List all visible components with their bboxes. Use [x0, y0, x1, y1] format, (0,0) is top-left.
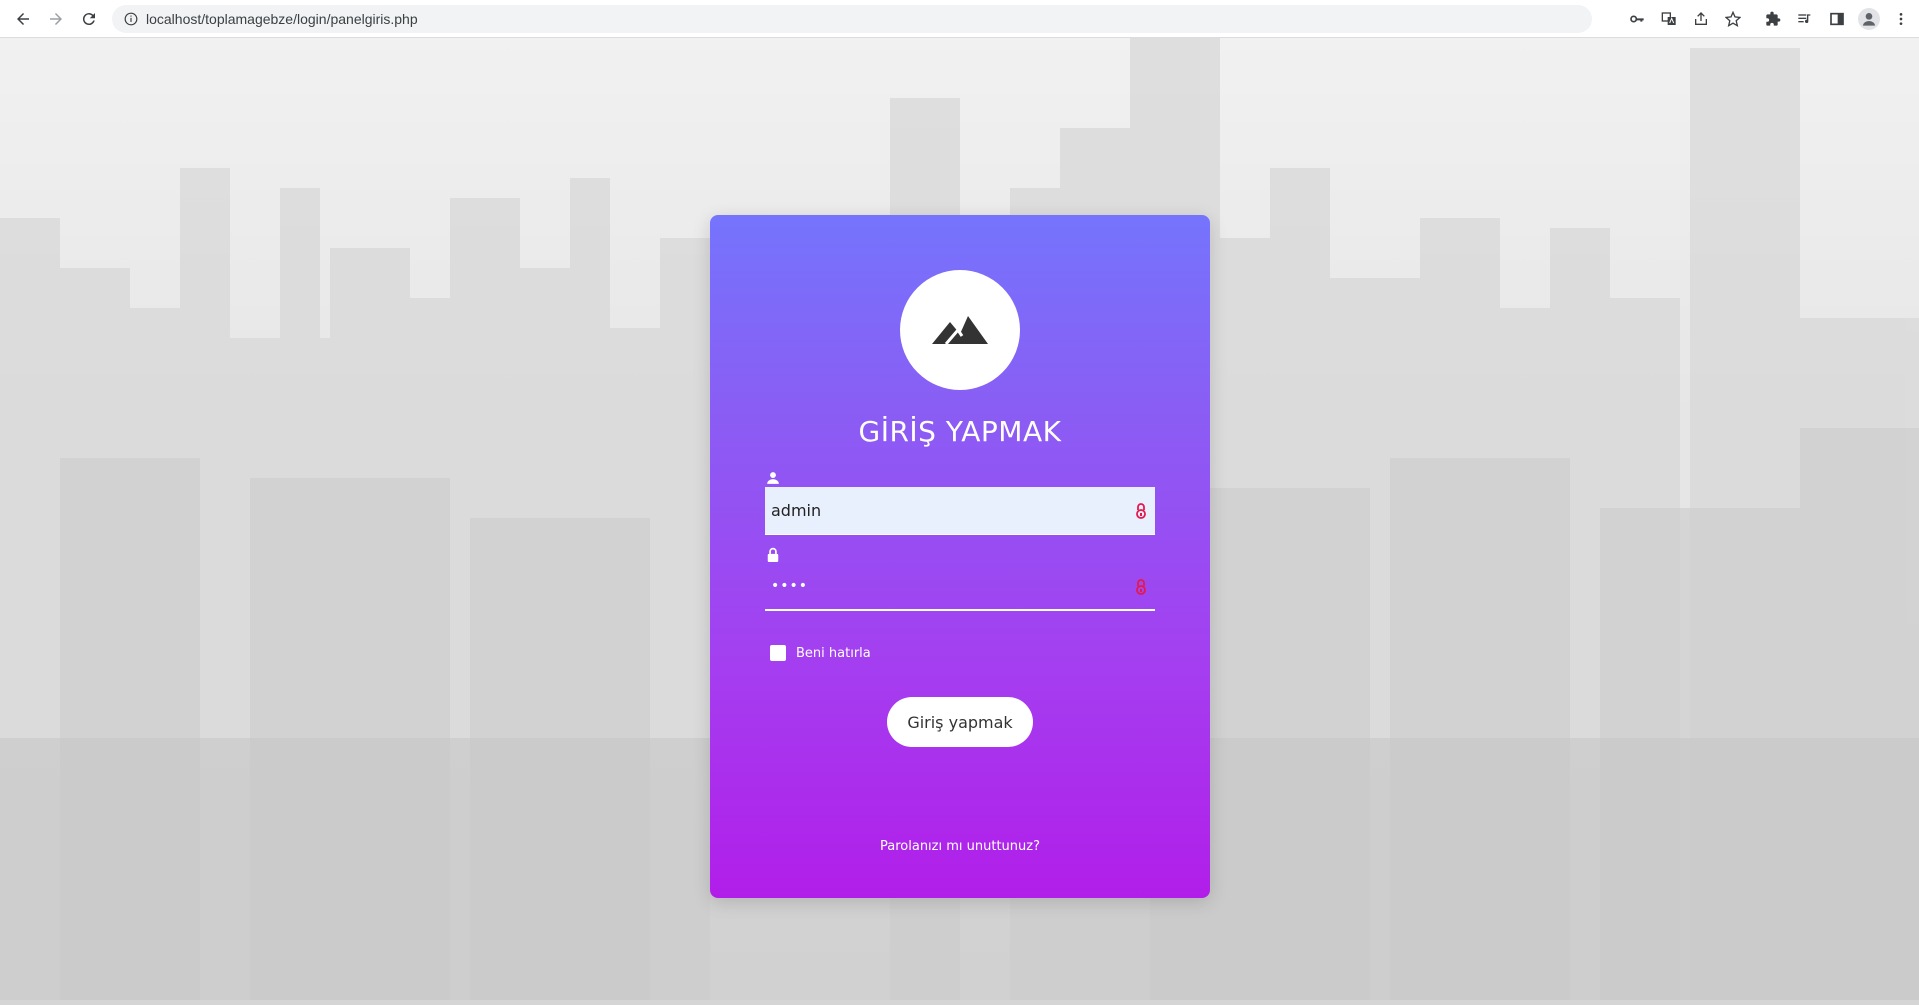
remember-me-checkbox[interactable]	[770, 645, 786, 661]
browser-actions	[1617, 7, 1913, 31]
login-page: GİRİŞ YAPMAK admin •••• Beni hatırla Gir…	[0, 38, 1919, 1000]
password-key-button[interactable]	[1625, 7, 1649, 31]
translate-button[interactable]	[1657, 7, 1681, 31]
mountain-icon	[932, 316, 988, 345]
reading-list-icon	[1798, 14, 1811, 24]
share-button[interactable]	[1689, 7, 1713, 31]
login-title: GİRİŞ YAPMAK	[858, 415, 1062, 448]
password-input[interactable]: ••••	[765, 563, 1155, 611]
side-panel-button[interactable]	[1825, 7, 1849, 31]
password-manager-key-icon[interactable]	[1133, 501, 1149, 521]
forward-icon	[50, 12, 62, 25]
profile-button[interactable]	[1857, 7, 1881, 31]
reload-icon	[82, 12, 95, 25]
remember-me: Beni hatırla	[770, 645, 871, 661]
share-icon	[1695, 12, 1707, 25]
address-bar[interactable]: localhost/toplamagebze/login/panelgiris.…	[112, 5, 1592, 33]
password-manager-key-icon[interactable]	[1133, 577, 1149, 597]
back-icon	[17, 12, 29, 25]
forgot-password-link[interactable]: Parolanızı mı unuttunuz?	[710, 839, 1210, 854]
reading-list-button[interactable]	[1793, 7, 1817, 31]
username-input[interactable]: admin	[765, 487, 1155, 535]
menu-icon	[1899, 13, 1903, 25]
password-value: ••••	[771, 578, 809, 594]
menu-button[interactable]	[1889, 7, 1913, 31]
back-button[interactable]	[11, 7, 35, 31]
key-icon	[1630, 15, 1644, 23]
login-button[interactable]: Giriş yapmak	[887, 697, 1033, 747]
site-info-icon[interactable]	[124, 12, 138, 26]
url-text: localhost/toplamagebze/login/panelgiris.…	[146, 11, 418, 27]
logo	[900, 270, 1020, 390]
bookmark-button[interactable]	[1721, 7, 1745, 31]
bottom-scroll-bar	[0, 1000, 1919, 1005]
extensions-button[interactable]	[1761, 7, 1785, 31]
star-icon	[1725, 11, 1741, 27]
translate-icon	[1661, 12, 1676, 25]
side-panel-icon	[1830, 12, 1844, 26]
profile-icon	[1858, 8, 1880, 30]
browser-toolbar: localhost/toplamagebze/login/panelgiris.…	[0, 0, 1919, 38]
login-card: GİRİŞ YAPMAK admin •••• Beni hatırla Gir…	[710, 215, 1210, 898]
lock-icon	[765, 547, 781, 563]
username-value: admin	[771, 501, 822, 520]
forward-button[interactable]	[44, 7, 68, 31]
extensions-icon	[1766, 11, 1781, 26]
reload-button[interactable]	[77, 7, 101, 31]
user-icon	[765, 470, 781, 486]
remember-me-label[interactable]: Beni hatırla	[796, 646, 871, 661]
